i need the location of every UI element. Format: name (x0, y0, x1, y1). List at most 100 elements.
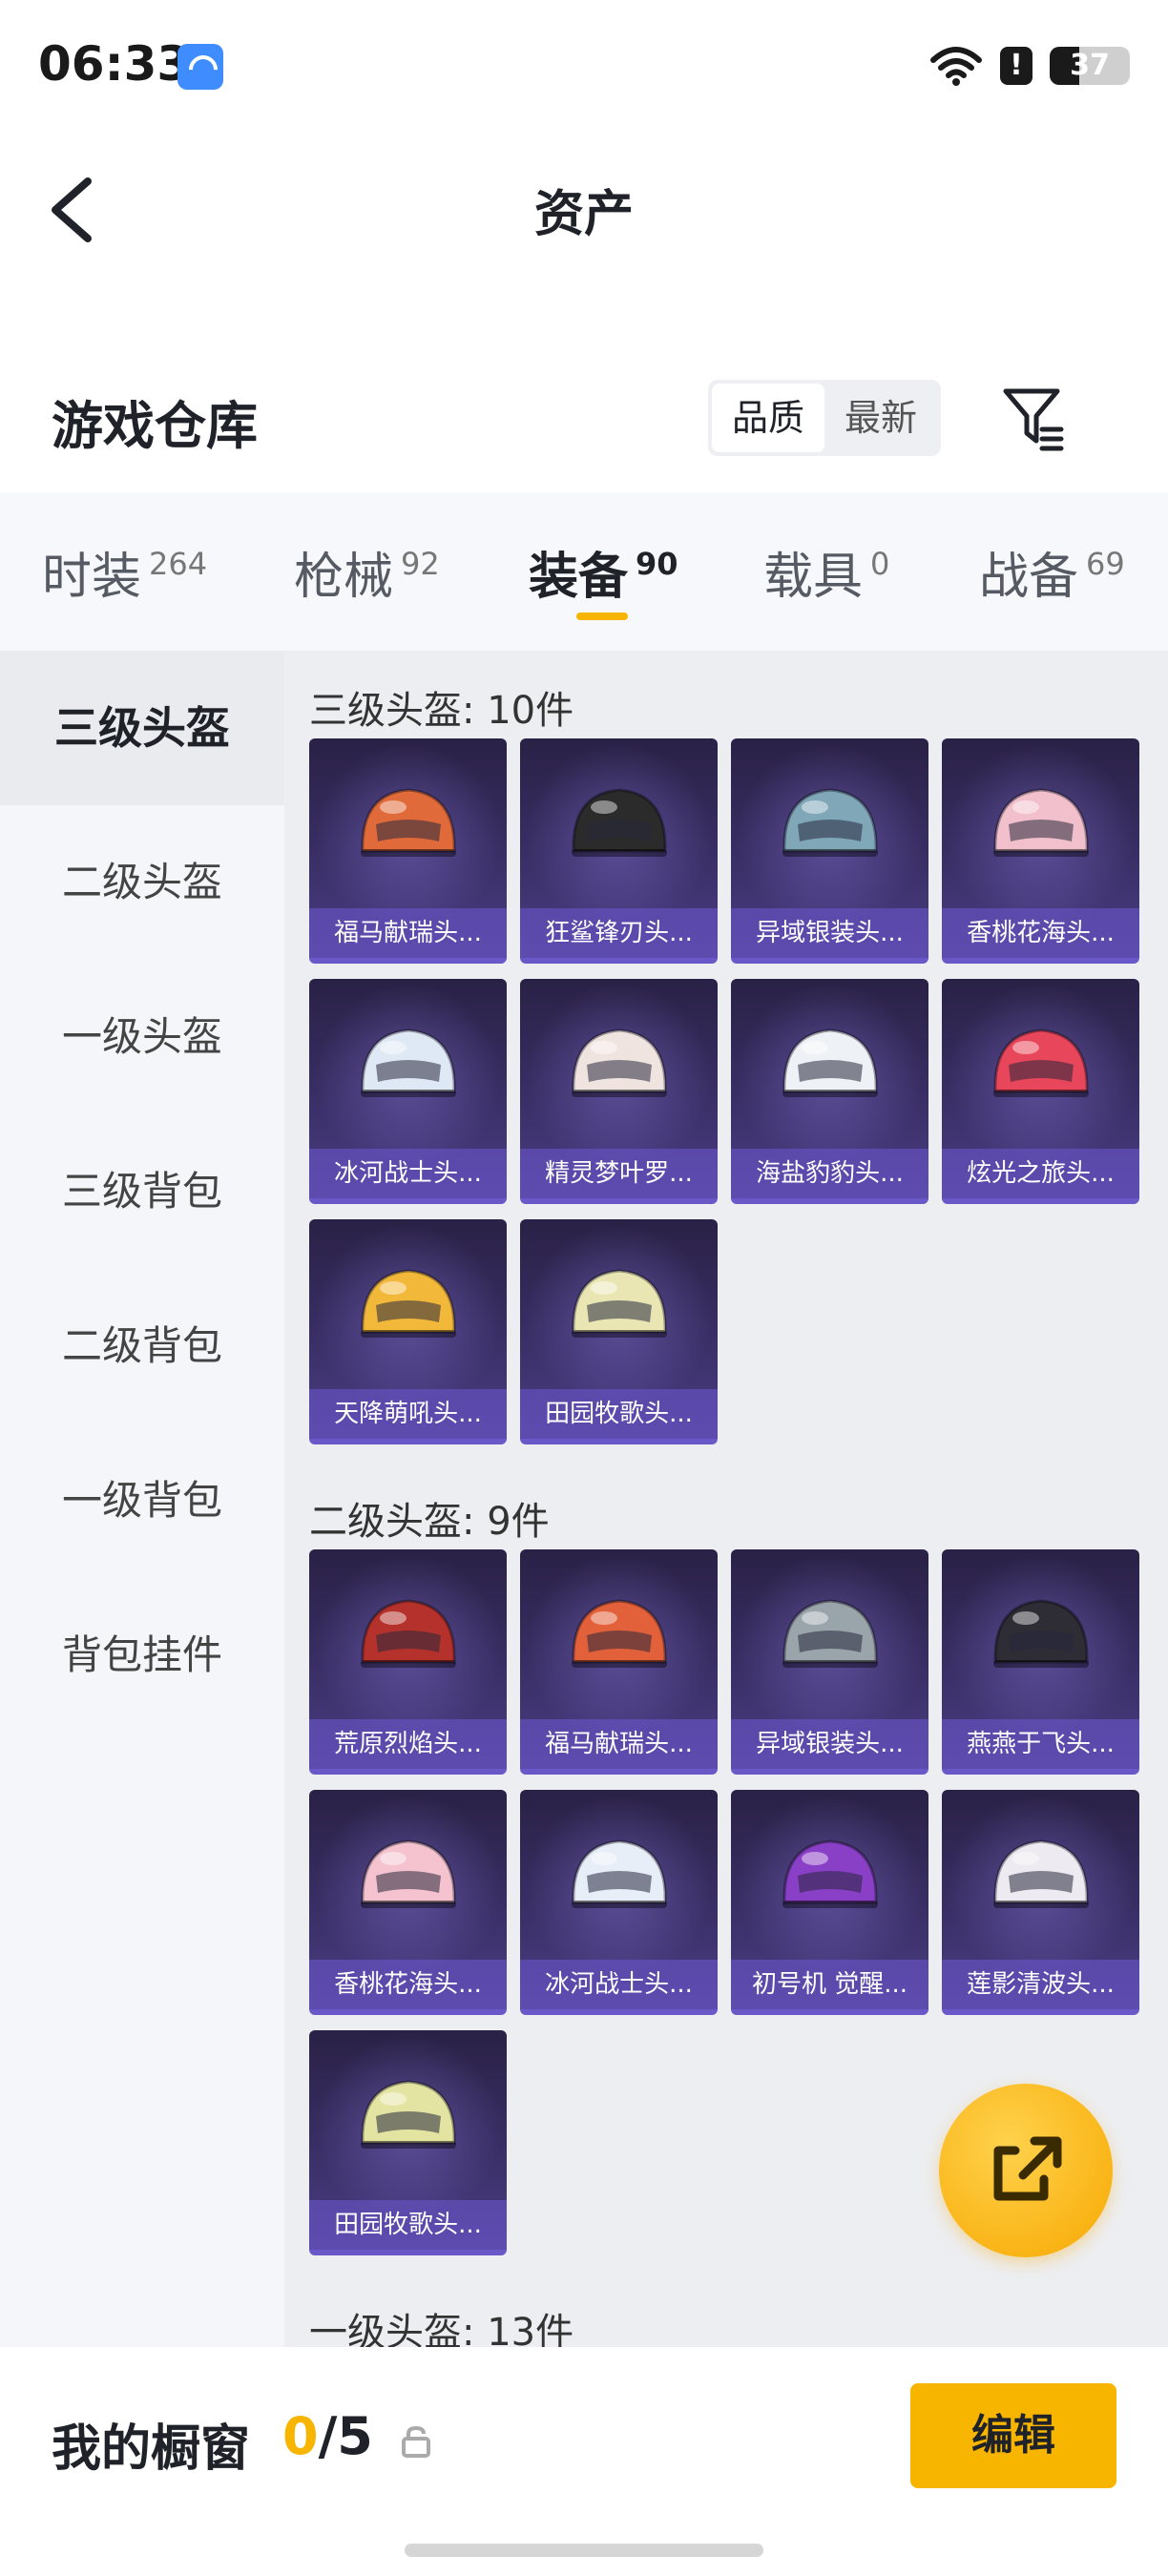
showcase-count: 0/5 (282, 2406, 373, 2466)
helmet-icon (361, 1269, 456, 1338)
item-card[interactable]: 初号机 觉醒... (731, 1790, 928, 2015)
showcase-title: 我的橱窗 (52, 2420, 251, 2478)
hotspot-icon (177, 44, 223, 90)
status-icons: ! 37 (929, 42, 1130, 90)
lock-icon (402, 2425, 430, 2458)
sidebar-item-level1-backpack[interactable]: 一级背包 (0, 1423, 284, 1578)
item-card[interactable]: 冰河战士头... (309, 979, 507, 1204)
item-name: 福马献瑞头... (520, 1719, 718, 1769)
item-name: 香桃花海头... (942, 908, 1139, 958)
item-card[interactable]: 天降萌吼头... (309, 1219, 507, 1444)
helmet-icon (572, 1269, 667, 1338)
edit-button[interactable]: 编辑 (910, 2383, 1116, 2488)
item-card[interactable]: 燕燕于飞头... (942, 1549, 1139, 1775)
helmet-icon (572, 788, 667, 857)
tab-equipment[interactable]: 装备 90 (529, 536, 678, 608)
helmet-icon (361, 1839, 456, 1908)
sort-quality-button[interactable]: 品质 (712, 384, 824, 452)
alert-icon: ! (1000, 47, 1032, 85)
item-card[interactable]: 海盐豹豹头... (731, 979, 928, 1204)
item-card[interactable]: 莲影清波头... (942, 1790, 1139, 2015)
sidebar-item-level2-backpack[interactable]: 二级背包 (0, 1269, 284, 1423)
page-title: 资产 (533, 186, 634, 243)
wifi-icon (930, 47, 982, 86)
tab-count: 0 (870, 546, 890, 582)
tab-firearms[interactable]: 枪械 92 (294, 536, 440, 608)
tab-label: 战备 (979, 549, 1079, 606)
item-card[interactable]: 田园牧歌头... (309, 2030, 507, 2255)
sidebar-item-level3-backpack[interactable]: 三级背包 (0, 1114, 284, 1269)
item-card[interactable]: 香桃花海头... (942, 738, 1139, 964)
share-button[interactable] (939, 2084, 1113, 2257)
helmet-icon (782, 1839, 878, 1908)
tab-label: 装备 (529, 549, 629, 606)
item-name: 天降萌吼头... (309, 1389, 507, 1439)
item-name: 燕燕于飞头... (942, 1719, 1139, 1769)
status-bar: 06:33 ! 37 (0, 0, 1168, 134)
group-title-level2: 二级头盔: 9件 (309, 1500, 550, 1544)
item-name: 狂鲨锋刃头... (520, 908, 718, 958)
item-card[interactable]: 香桃花海头... (309, 1790, 507, 2015)
item-card[interactable]: 炫光之旅头... (942, 979, 1139, 1204)
item-card[interactable]: 精灵梦叶罗... (520, 979, 718, 1204)
item-name: 精灵梦叶罗... (520, 1149, 718, 1198)
tab-label: 载具 (763, 549, 864, 606)
helmet-icon (993, 1839, 1089, 1908)
tab-label: 枪械 (294, 549, 394, 606)
item-name: 冰河战士头... (520, 1960, 718, 2009)
active-tab-indicator (576, 613, 628, 620)
helmet-icon (782, 1028, 878, 1097)
tab-vehicles[interactable]: 载具 0 (763, 536, 889, 608)
item-name: 异域银装头... (731, 1719, 928, 1769)
item-name: 田园牧歌头... (309, 2200, 507, 2250)
sidebar-item-backpack-charm[interactable]: 背包挂件 (0, 1578, 284, 1733)
helmet-icon (572, 1028, 667, 1097)
helmet-icon (782, 788, 878, 857)
item-name: 莲影清波头... (942, 1960, 1139, 2009)
item-card[interactable]: 福马献瑞头... (520, 1549, 718, 1775)
filter-icon[interactable] (1000, 384, 1067, 452)
tab-supplies[interactable]: 战备 69 (979, 536, 1125, 608)
helmet-icon (361, 1599, 456, 1668)
battery-icon: 37 (1050, 47, 1130, 85)
sidebar: 三级头盔 二级头盔 一级头盔 三级背包 二级背包 一级背包 背包挂件 (0, 651, 284, 2347)
sidebar-item-level2-helmet[interactable]: 二级头盔 (0, 805, 284, 960)
item-card[interactable]: 田园牧歌头... (520, 1219, 718, 1444)
sort-newest-button[interactable]: 最新 (824, 384, 937, 452)
tab-count: 69 (1086, 546, 1125, 582)
home-indicator (405, 2544, 763, 2557)
sidebar-item-level1-helmet[interactable]: 一级头盔 (0, 960, 284, 1114)
helmet-icon (572, 1839, 667, 1908)
item-name: 异域银装头... (731, 908, 928, 958)
helmet-icon (361, 788, 456, 857)
tab-label: 时装 (42, 549, 142, 606)
category-tabs: 时装 264 枪械 92 装备 90 载具 0 战备 69 (0, 492, 1168, 651)
item-name: 冰河战士头... (309, 1149, 507, 1198)
item-card[interactable]: 冰河战士头... (520, 1790, 718, 2015)
item-card[interactable]: 异域银装头... (731, 1549, 928, 1775)
share-icon (993, 2136, 1062, 2201)
item-card[interactable]: 狂鲨锋刃头... (520, 738, 718, 964)
item-card[interactable]: 异域银装头... (731, 738, 928, 964)
sidebar-item-level3-helmet[interactable]: 三级头盔 (0, 651, 284, 805)
item-name: 福马献瑞头... (309, 908, 507, 958)
showcase-bar: 我的橱窗 0/5 编辑 (0, 2347, 1168, 2576)
item-card[interactable]: 荒原烈焰头... (309, 1549, 507, 1775)
helmet-icon (993, 1028, 1089, 1097)
tab-count: 264 (149, 546, 208, 582)
item-name: 初号机 觉醒... (731, 1960, 928, 2009)
group-title-level3: 三级头盔: 10件 (309, 689, 574, 733)
warehouse-header: 游戏仓库 品质 最新 (0, 363, 1168, 477)
helmet-icon (361, 1028, 456, 1097)
showcase-current: 0 (282, 2406, 319, 2466)
helmet-icon (361, 2080, 456, 2149)
sort-toggle[interactable]: 品质 最新 (708, 380, 941, 456)
helmet-icon (993, 788, 1089, 857)
tab-count: 92 (401, 546, 440, 582)
item-name: 香桃花海头... (309, 1960, 507, 2009)
item-name: 田园牧歌头... (520, 1389, 718, 1439)
battery-level: 37 (1070, 49, 1110, 82)
tab-fashion[interactable]: 时装 264 (42, 536, 207, 608)
item-name: 荒原烈焰头... (309, 1719, 507, 1769)
item-card[interactable]: 福马献瑞头... (309, 738, 507, 964)
